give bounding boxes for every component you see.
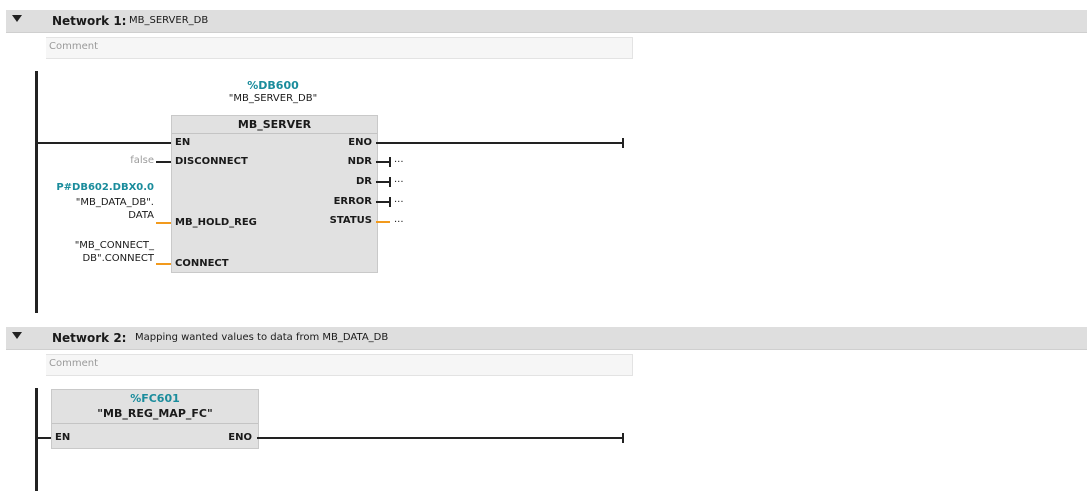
fc-name: "MB_REG_MAP_FC": [97, 407, 213, 420]
network-1-comment[interactable]: Comment: [46, 37, 633, 59]
pin-status[interactable]: STATUS: [300, 215, 372, 227]
dr-wire: [376, 181, 390, 183]
block-type: MB_SERVER: [237, 118, 312, 131]
status-ellipsis[interactable]: ...: [394, 215, 404, 225]
disconnect-wire: [156, 161, 171, 163]
pin-connect[interactable]: CONNECT: [175, 258, 229, 270]
network-2-label: Network 2:: [52, 331, 127, 345]
pin-disconnect[interactable]: DISCONNECT: [175, 156, 248, 168]
power-rail-2: [35, 388, 38, 491]
disconnect-value[interactable]: false: [110, 155, 154, 167]
error-ellipsis[interactable]: ...: [394, 195, 404, 205]
fc-pin-eno[interactable]: ENO: [190, 432, 252, 444]
hold-reg-address: P#DB602.DBX0.0: [56, 182, 154, 193]
hold-reg-operand-line1[interactable]: "MB_DATA_DB".: [40, 197, 154, 209]
collapse-triangle-icon[interactable]: [12, 332, 22, 339]
connect-operand-line1[interactable]: "MB_CONNECT_: [40, 240, 154, 252]
instance-db-address: %DB600: [247, 79, 299, 92]
hold-reg-wire: [156, 222, 171, 224]
pin-eno[interactable]: ENO: [300, 137, 372, 149]
network-1-label: Network 1:: [52, 14, 127, 28]
status-wire: [376, 221, 390, 223]
collapse-triangle-icon[interactable]: [12, 15, 22, 22]
fc-en-wire: [38, 437, 51, 439]
eno-wire-end: [622, 138, 624, 148]
dr-ellipsis[interactable]: ...: [394, 175, 404, 185]
pin-en[interactable]: EN: [175, 137, 190, 149]
eno-wire: [376, 142, 623, 144]
hold-reg-operand-line2[interactable]: DATA: [40, 210, 154, 222]
power-rail-1: [35, 71, 38, 313]
pin-dr[interactable]: DR: [300, 176, 372, 188]
network-2-title: Mapping wanted values to data from MB_DA…: [135, 332, 389, 343]
network-1-title: MB_SERVER_DB: [129, 15, 209, 26]
dr-wire-end: [389, 177, 391, 187]
connect-wire: [156, 263, 171, 265]
network-2-header[interactable]: Network 2: Mapping wanted values to data…: [6, 327, 1087, 350]
error-wire: [376, 201, 390, 203]
network-1-header[interactable]: Network 1: MB_SERVER_DB: [6, 10, 1087, 33]
connect-operand-line2[interactable]: DB".CONNECT: [40, 253, 154, 265]
en-wire: [38, 142, 171, 144]
fc-eno-wire: [257, 437, 623, 439]
network-2-comment[interactable]: Comment: [46, 354, 633, 376]
ndr-wire-end: [389, 157, 391, 167]
fc-pin-en[interactable]: EN: [55, 432, 70, 444]
fc-address: %FC601: [130, 392, 180, 405]
ndr-wire: [376, 161, 390, 163]
pin-error[interactable]: ERROR: [300, 196, 372, 208]
ndr-ellipsis[interactable]: ...: [394, 155, 404, 165]
error-wire-end: [389, 197, 391, 207]
comment-placeholder: Comment: [49, 41, 98, 52]
pin-ndr[interactable]: NDR: [300, 156, 372, 168]
pin-mb-hold-reg[interactable]: MB_HOLD_REG: [175, 217, 257, 229]
comment-placeholder: Comment: [49, 358, 98, 369]
fc-eno-wire-end: [622, 433, 624, 443]
instance-db-name: "MB_SERVER_DB": [228, 93, 318, 104]
